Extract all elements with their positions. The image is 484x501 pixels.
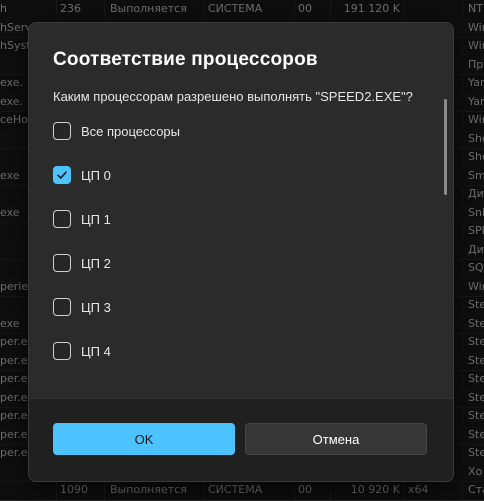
option-cpu-4[interactable]: ЦП 4 [53, 341, 111, 361]
option-label: Все процессоры [81, 123, 180, 139]
dialog-question: Каким процессорам разрешено выполнять "S… [53, 89, 413, 104]
option-label: ЦП 4 [81, 343, 111, 359]
check-icon [57, 171, 67, 179]
option-label: ЦП 0 [81, 167, 111, 183]
option-cpu-1[interactable]: ЦП 1 [53, 209, 111, 229]
cancel-button[interactable]: Отмена [245, 423, 427, 455]
dialog-title: Соответствие процессоров [53, 49, 318, 70]
option-label: ЦП 1 [81, 211, 111, 227]
option-cpu-2[interactable]: ЦП 2 [53, 253, 111, 273]
processor-affinity-dialog: Соответствие процессоров Каким процессор… [28, 22, 454, 482]
checkbox[interactable] [53, 122, 71, 140]
checkbox-checked[interactable] [53, 166, 71, 184]
dialog-footer: OK Отмена [29, 398, 453, 481]
option-label: ЦП 3 [81, 299, 111, 315]
ok-button[interactable]: OK [53, 423, 235, 455]
list-scrollbar[interactable] [444, 99, 447, 195]
option-cpu-3[interactable]: ЦП 3 [53, 297, 111, 317]
option-all-processors[interactable]: Все процессоры [53, 121, 180, 141]
option-label: ЦП 2 [81, 255, 111, 271]
option-cpu-0[interactable]: ЦП 0 [53, 165, 111, 185]
checkbox[interactable] [53, 342, 71, 360]
checkbox[interactable] [53, 298, 71, 316]
checkbox[interactable] [53, 210, 71, 228]
checkbox[interactable] [53, 254, 71, 272]
